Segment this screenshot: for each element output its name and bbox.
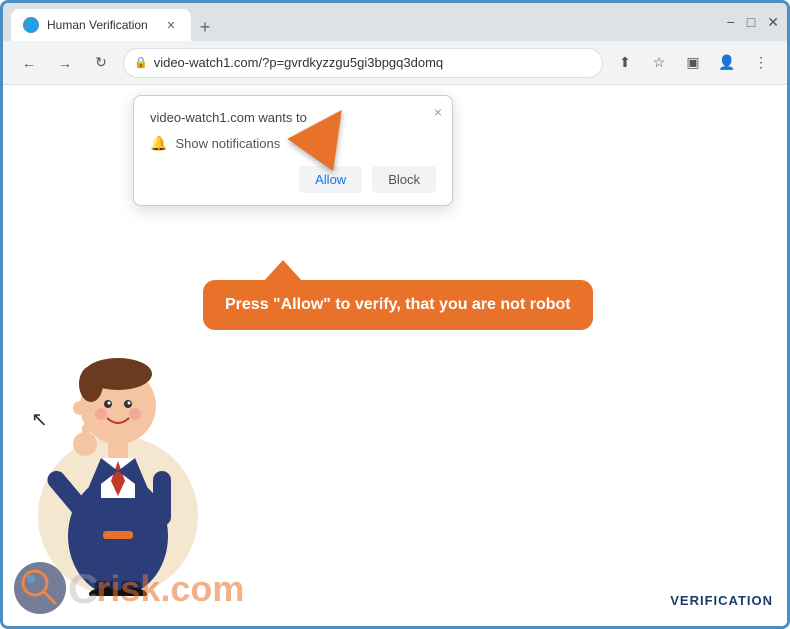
tab-area: 🌐 Human Verification ✕ +: [11, 3, 721, 41]
watermark: C risk.com: [13, 561, 244, 616]
forward-button[interactable]: →: [51, 49, 79, 77]
watermark-logo: [13, 561, 68, 616]
lock-icon: 🔒: [134, 56, 148, 69]
sidebar-button[interactable]: ▣: [679, 49, 707, 77]
browser-content: × video-watch1.com wants to 🔔 Show notif…: [3, 85, 787, 626]
title-bar: 🌐 Human Verification ✕ + − □ ✕: [3, 3, 787, 41]
bookmark-button[interactable]: ☆: [645, 49, 673, 77]
arrow-indicator: [298, 105, 354, 160]
tab-favicon: 🌐: [23, 17, 39, 33]
popup-buttons: Allow Block: [150, 166, 436, 193]
new-tab-button[interactable]: +: [191, 13, 219, 41]
verification-badge: VERIFICATION: [670, 593, 773, 608]
bell-icon: 🔔: [150, 135, 167, 152]
watermark-c-text: C: [68, 565, 96, 613]
tab-close-button[interactable]: ✕: [163, 17, 179, 33]
block-button[interactable]: Block: [372, 166, 436, 193]
speech-bubble: Press "Allow" to verify, that you are no…: [203, 280, 593, 330]
maximize-button[interactable]: □: [747, 14, 755, 30]
share-button[interactable]: ⬆: [611, 49, 639, 77]
back-button[interactable]: ←: [15, 49, 43, 77]
popup-close-button[interactable]: ×: [434, 104, 442, 120]
refresh-button[interactable]: ↻: [87, 49, 115, 77]
browser-window: 🌐 Human Verification ✕ + − □ ✕ ← → ↻ 🔒 v…: [0, 0, 790, 629]
active-tab[interactable]: 🌐 Human Verification ✕: [11, 9, 191, 41]
profile-button[interactable]: 👤: [713, 49, 741, 77]
nav-actions: ⬆ ☆ ▣ 👤 ⋮: [611, 49, 775, 77]
character-svg: [23, 296, 213, 596]
cursor-pointer: ↖: [31, 407, 48, 432]
url-text: video-watch1.com/?p=gvrdkyzzgu5gi3bpgq3d…: [154, 55, 592, 70]
popup-title: video-watch1.com wants to: [150, 110, 436, 125]
navigation-bar: ← → ↻ 🔒 video-watch1.com/?p=gvrdkyzzgu5g…: [3, 41, 787, 85]
allow-button[interactable]: Allow: [299, 166, 362, 193]
character-illustration: [23, 286, 223, 596]
close-button[interactable]: ✕: [767, 14, 779, 31]
tab-title: Human Verification: [47, 18, 155, 32]
address-bar[interactable]: 🔒 video-watch1.com/?p=gvrdkyzzgu5gi3bpgq…: [123, 48, 603, 78]
menu-button[interactable]: ⋮: [747, 49, 775, 77]
popup-notification-text: Show notifications: [175, 136, 280, 151]
minimize-button[interactable]: −: [727, 14, 735, 30]
arrow-up-icon: [287, 94, 364, 171]
watermark-risk-text: risk.com: [96, 568, 244, 610]
speech-text: Press "Allow" to verify, that you are no…: [225, 296, 571, 313]
notification-popup: × video-watch1.com wants to 🔔 Show notif…: [133, 95, 453, 206]
verification-label: VERIFICATION: [670, 593, 773, 608]
window-controls: − □ ✕: [727, 14, 779, 31]
